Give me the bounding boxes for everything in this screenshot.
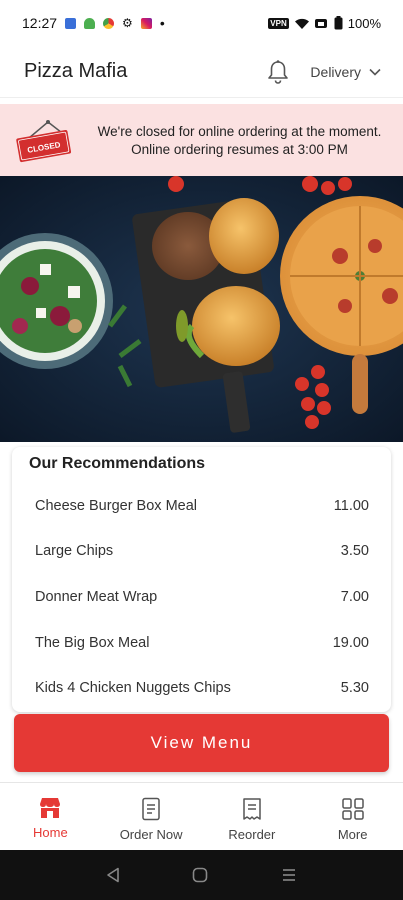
bottom-navigation: Home Order Now Reorder More bbox=[0, 782, 403, 850]
hero-food-image bbox=[0, 176, 403, 442]
closed-message-line2: Online ordering resumes at 3:00 PM bbox=[131, 142, 348, 157]
recommendation-item[interactable]: Donner Meat Wrap 7.00 bbox=[12, 574, 391, 620]
vpn-icon: VPN bbox=[268, 17, 289, 29]
store-icon bbox=[40, 798, 61, 818]
nav-label-reorder: Reorder bbox=[228, 827, 276, 842]
recommendation-item[interactable]: Large Chips 3.50 bbox=[12, 529, 391, 575]
recommendation-item[interactable]: The Big Box Meal 19.00 bbox=[12, 620, 391, 666]
closed-sign-icon: CLOSED bbox=[16, 120, 72, 163]
food-illustration bbox=[0, 176, 403, 442]
recommendation-item[interactable]: Cheese Burger Box Meal 11.00 bbox=[12, 483, 391, 529]
more-notifications-dot: • bbox=[159, 15, 165, 31]
reorder-icon bbox=[243, 798, 261, 820]
closed-message: We're closed for online ordering at the … bbox=[90, 123, 389, 159]
chevron-down-icon bbox=[369, 68, 381, 76]
recommendation-price: 11.00 bbox=[333, 497, 369, 514]
recommendation-name: Kids 4 Chicken Nuggets Chips bbox=[35, 680, 231, 697]
messages-notification-icon bbox=[65, 17, 77, 29]
settings-notification-icon: ⚙ bbox=[122, 16, 133, 30]
nav-item-home[interactable]: Home bbox=[0, 783, 101, 850]
recommendation-name: Cheese Burger Box Meal bbox=[35, 497, 197, 514]
notification-bell-icon[interactable] bbox=[266, 59, 290, 85]
recommendations-card: Our Recommendations Cheese Burger Box Me… bbox=[12, 447, 391, 712]
grid-icon bbox=[341, 798, 364, 820]
nav-item-order-now[interactable]: Order Now bbox=[101, 783, 202, 850]
recommendation-price: 3.50 bbox=[340, 543, 369, 560]
closed-notice-banner: CLOSED We're closed for online ordering … bbox=[0, 104, 403, 176]
nav-item-more[interactable]: More bbox=[302, 783, 403, 850]
delivery-mode-selector[interactable]: Delivery bbox=[310, 64, 381, 80]
recommendation-name: The Big Box Meal bbox=[35, 634, 150, 651]
recent-apps-icon[interactable] bbox=[281, 867, 297, 883]
status-time: 12:27 bbox=[22, 15, 58, 31]
delivery-label: Delivery bbox=[310, 63, 361, 80]
nav-label-more: More bbox=[337, 827, 368, 842]
cellular-icon bbox=[314, 19, 327, 28]
status-bar: 12:27 ⚙ • VPN 100% bbox=[0, 0, 403, 46]
recommendations-heading: Our Recommendations bbox=[29, 455, 206, 472]
battery-percentage: 100% bbox=[347, 15, 381, 31]
recommendation-price: 19.00 bbox=[332, 634, 369, 651]
chrome-notification-icon bbox=[103, 17, 115, 29]
recommendation-price: 7.00 bbox=[340, 588, 369, 605]
nav-item-reorder[interactable]: Reorder bbox=[202, 783, 303, 850]
back-icon[interactable] bbox=[106, 867, 120, 883]
nav-label-order-now: Order Now bbox=[119, 827, 183, 842]
battery-icon bbox=[334, 16, 343, 30]
nav-label-home: Home bbox=[33, 825, 68, 840]
recommendation-name: Donner Meat Wrap bbox=[35, 588, 158, 605]
recommendation-item[interactable]: Kids 4 Chicken Nuggets Chips 5.30 bbox=[12, 665, 391, 711]
app-header: Pizza Mafia Delivery bbox=[0, 46, 403, 98]
receipt-icon bbox=[142, 797, 160, 821]
recommendation-price: 5.30 bbox=[340, 680, 369, 697]
system-navigation-bar bbox=[0, 850, 403, 900]
view-menu-button[interactable]: View Menu bbox=[14, 714, 389, 772]
recommendation-name: Large Chips bbox=[35, 543, 114, 560]
app-title: Pizza Mafia bbox=[24, 60, 128, 82]
closed-message-line1: We're closed for online ordering at the … bbox=[97, 124, 382, 139]
android-notification-icon bbox=[84, 17, 96, 29]
instagram-notification-icon bbox=[140, 17, 152, 29]
wifi-icon bbox=[294, 18, 309, 29]
home-icon[interactable] bbox=[192, 867, 208, 883]
